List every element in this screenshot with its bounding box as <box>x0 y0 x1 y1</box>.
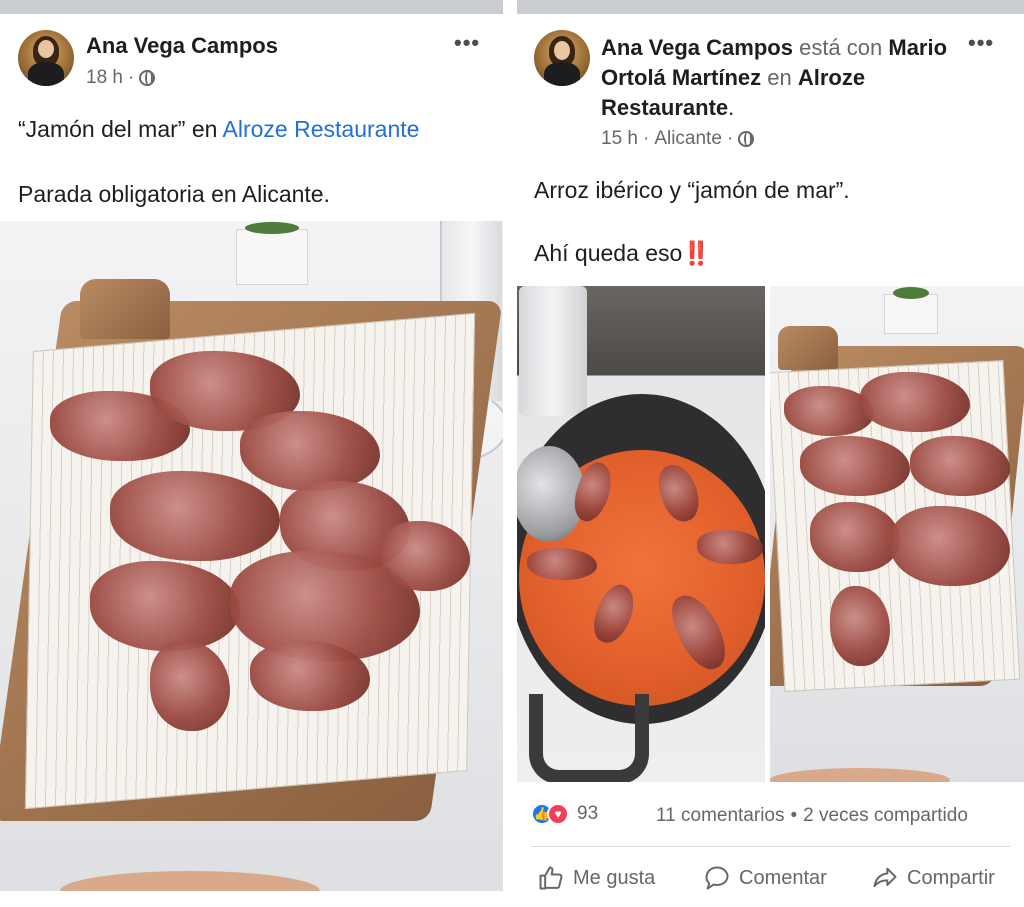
meta-separator: · <box>726 128 734 149</box>
post-time[interactable]: 18 h <box>86 67 123 89</box>
post-right: Ana Vega Campos está con Mario Ortolá Ma… <box>517 0 1024 907</box>
shares-count[interactable]: 2 veces compartido <box>803 805 968 827</box>
with-label: está con <box>799 35 883 60</box>
post-photo-rice[interactable] <box>517 286 765 782</box>
place-link[interactable]: Alroze Restaurante <box>223 116 420 142</box>
post-left: Ana Vega Campos 18 h · ••• “Jamón del ma… <box>0 0 503 907</box>
ham-slice <box>697 530 763 564</box>
like-label: Me gusta <box>573 866 656 889</box>
post-meta: 15 h · Alicante · <box>601 128 755 150</box>
post-meta: 18 h · <box>86 67 156 89</box>
more-icon[interactable]: ••• <box>454 30 480 56</box>
reaction-count: 93 <box>577 803 599 824</box>
plant-pot <box>236 222 308 285</box>
double-exclamation-emoji: ‼️ <box>682 240 711 266</box>
post-photo[interactable] <box>0 221 503 891</box>
post-text-line2: Ahí queda eso‼️ <box>534 240 711 267</box>
love-reaction-icon: ♥ <box>547 803 569 825</box>
share-label: Compartir <box>907 866 995 889</box>
comment-button[interactable]: Comentar <box>703 864 827 892</box>
engagement-summary: 11 comentarios • 2 veces compartido <box>656 805 968 827</box>
avatar[interactable] <box>18 30 74 86</box>
divider <box>531 846 1011 847</box>
more-icon[interactable]: ••• <box>968 30 994 56</box>
header-period: . <box>728 95 735 120</box>
share-icon <box>873 867 897 888</box>
plant-pot <box>884 287 938 334</box>
reactions-summary[interactable]: 👍 ♥ 93 <box>531 803 598 825</box>
post-text-line1: “Jamón del mar” en Alroze Restaurante <box>18 116 419 143</box>
globe-icon <box>139 70 156 86</box>
water-bottle <box>519 286 587 416</box>
post-text-line1: Arroz ibérico y “jamón de mar”. <box>534 177 850 203</box>
like-icon <box>539 866 563 890</box>
post-location[interactable]: Alicante <box>654 128 722 150</box>
post-text-prefix: “Jamón del mar” en <box>18 116 223 142</box>
ham-slice <box>527 548 597 580</box>
author-name[interactable]: Ana Vega Campos <box>86 33 278 59</box>
meta-separator: · <box>642 128 650 149</box>
like-button[interactable]: Me gusta <box>537 864 655 892</box>
post-photo-ham[interactable] <box>770 286 1024 782</box>
board-handle <box>778 326 838 370</box>
board-handle <box>80 279 170 339</box>
pan-handle <box>529 694 649 782</box>
engagement-separator: • <box>790 805 798 826</box>
comment-label: Comentar <box>739 866 827 889</box>
post-text-line2: Parada obligatoria en Alicante. <box>18 181 330 207</box>
top-bar <box>0 0 503 14</box>
comment-icon <box>705 866 729 890</box>
avatar[interactable] <box>534 30 590 86</box>
post-time[interactable]: 15 h <box>601 128 638 150</box>
gutter <box>503 0 517 907</box>
post-text-content: Ahí queda eso <box>534 240 683 266</box>
top-bar <box>517 0 1024 14</box>
author-name[interactable]: Ana Vega Campos <box>601 35 793 60</box>
share-button[interactable]: Compartir <box>871 864 995 892</box>
comments-count[interactable]: 11 comentarios <box>656 805 785 827</box>
post-header: Ana Vega Campos está con Mario Ortolá Ma… <box>601 33 981 123</box>
meta-separator: · <box>127 67 135 88</box>
globe-icon <box>738 131 755 147</box>
in-label: en <box>767 65 792 90</box>
